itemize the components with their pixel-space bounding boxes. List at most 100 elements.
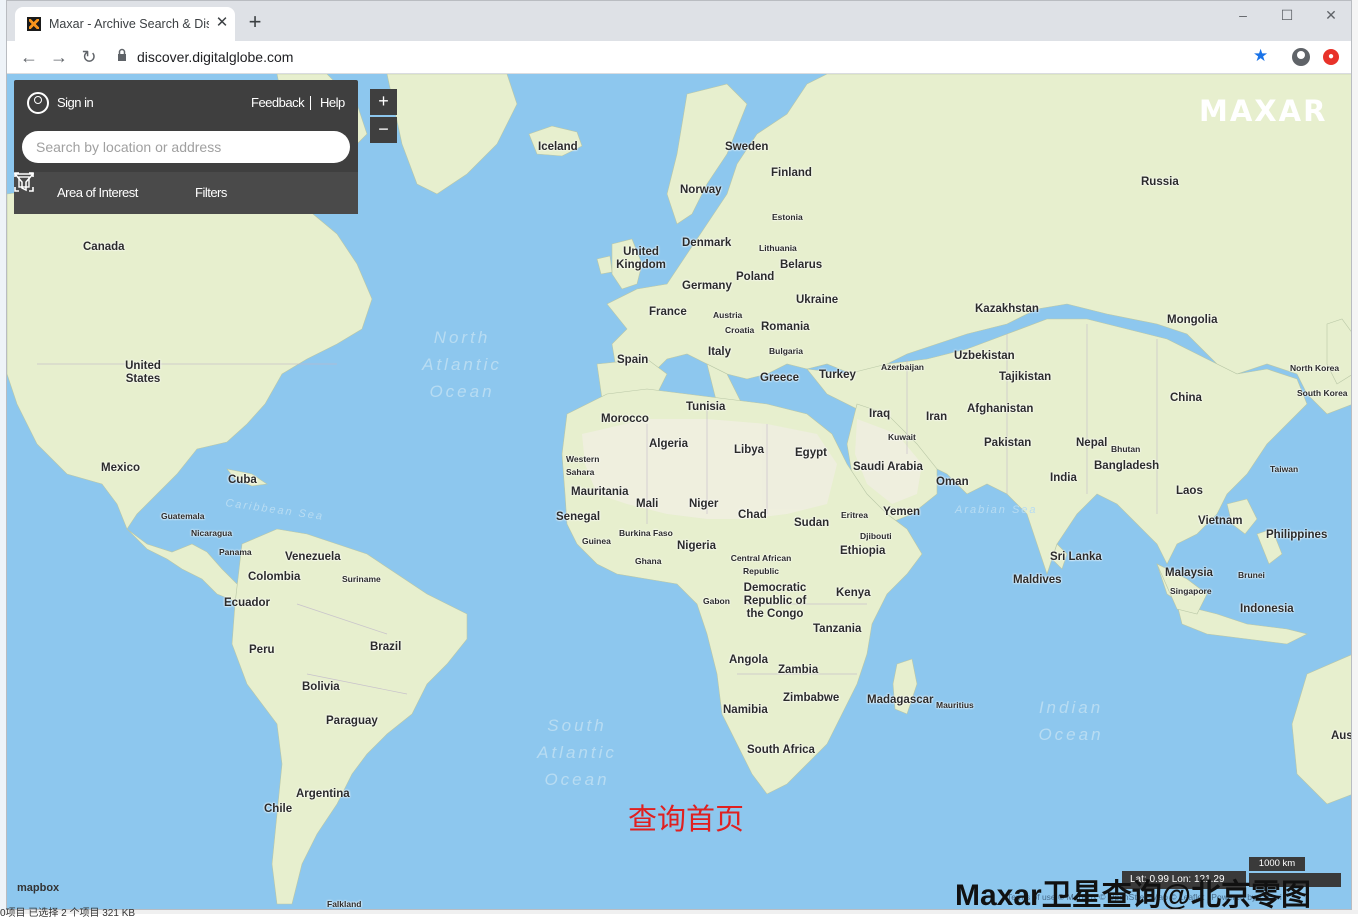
zoom-out-button[interactable]: − [370,117,397,143]
country-label: Burkina Faso [619,528,673,538]
country-label: Mongolia [1167,314,1218,326]
extension-icon[interactable]: ● [1323,49,1339,65]
country-label: Falkland [327,899,362,909]
country-label: Ethiopia [840,545,886,557]
country-label: Philippines [1266,529,1328,541]
country-label: Venezuela [285,551,341,563]
panel-actions: Area of Interest Filters [14,172,358,214]
country-label: China [1170,392,1202,404]
country-label: Belarus [780,259,823,271]
country-label: Djibouti [860,531,892,541]
mapbox-logo[interactable]: mapbox [17,882,59,894]
user-icon[interactable] [27,92,49,114]
world-map[interactable]: North Atlantic Ocean South Atlantic Ocea… [7,74,1352,909]
help-link[interactable]: Help [320,95,345,110]
country-label: Finland [771,167,812,179]
country-label: Laos [1176,485,1203,497]
country-label: Germany [682,280,732,292]
profile-avatar-icon[interactable] [1292,48,1310,66]
country-label: Afghanistan [967,403,1034,415]
filters-button[interactable]: Filters [195,185,227,200]
country-label: Iraq [869,408,891,420]
country-label: Bolivia [302,681,340,693]
maxar-logo: MAXAR [1199,94,1328,128]
country-label: South Korea [1297,388,1348,398]
country-label: Mexico [101,462,140,474]
new-tab-button[interactable]: + [243,11,267,35]
maxar-favicon-icon [27,17,41,31]
location-search-input[interactable] [22,131,350,163]
country-label: Romania [761,321,810,333]
country-label: Kenya [836,587,871,599]
filter-funnel-icon[interactable] [14,172,34,192]
lock-icon [118,48,126,61]
zoom-in-button[interactable]: + [370,89,397,115]
maximize-button[interactable]: ☐ [1265,3,1309,27]
country-label: North Korea [1290,363,1340,373]
url-text: discover.digitalglobe.com [137,49,294,65]
country-label: Greece [760,372,800,384]
country-label: Kuwait [888,432,916,442]
search-panel: Sign in Feedback Help Area of Interest F… [14,80,358,214]
desktop-background-right [1352,0,1358,914]
country-label: Nicaragua [191,528,233,538]
country-label: Spain [617,354,649,366]
forward-button[interactable]: → [47,45,71,69]
country-label: Panama [219,547,252,557]
country-label: Croatia [725,325,755,335]
country-label: Aus [1331,730,1352,742]
back-button[interactable]: ← [17,45,41,69]
country-label: Zimbabwe [783,692,840,704]
country-label: Tajikistan [999,371,1052,383]
country-label: Sri Lanka [1050,551,1102,563]
country-label: Mauritius [936,700,974,710]
country-label: Guatemala [161,511,205,521]
feedback-link[interactable]: Feedback [251,95,305,110]
country-label: Estonia [772,212,803,222]
country-label: Libya [734,444,765,456]
minimize-button[interactable]: – [1221,3,1265,27]
country-label: Suriname [342,574,381,584]
country-label: Ghana [635,556,662,566]
country-label: Chile [264,803,293,815]
area-of-interest-button[interactable]: Area of Interest [57,185,138,200]
country-label: Tunisia [686,401,726,413]
browser-tab[interactable]: Maxar - Archive Search & Discovery ✕ [15,7,235,41]
country-label: United Kingdom [616,246,666,271]
country-label: Angola [729,654,768,666]
country-label: Guinea [582,536,611,546]
country-label: Malaysia [1165,567,1213,579]
country-label: United States [125,360,161,385]
country-label: Peru [249,644,275,656]
country-label: Egypt [795,447,827,459]
close-window-button[interactable]: ✕ [1309,3,1351,27]
tab-close-icon[interactable]: ✕ [213,13,231,33]
divider [310,96,311,110]
desktop-status-text: 0项目 已选择 2 个项目 321 KB [0,908,136,919]
country-label: Eritrea [841,510,868,520]
reload-button[interactable]: ↻ [77,45,101,69]
country-label: Sweden [725,141,769,153]
address-bar[interactable]: discover.digitalglobe.com [111,44,1231,70]
country-label: Singapore [1170,586,1212,596]
country-label: Mali [636,498,659,510]
country-label: Yemen [883,506,921,518]
country-label: Taiwan [1270,464,1299,474]
country-label: Sudan [794,517,830,529]
country-label: Denmark [682,237,732,249]
bookmark-star-icon[interactable]: ★ [1253,46,1268,66]
desktop-taskbar-strip [0,910,1358,914]
country-label: Brazil [370,641,402,653]
country-label: Namibia [723,704,768,716]
country-label: Azerbaijan [881,362,924,372]
country-label: Algeria [649,438,688,450]
country-label: Indonesia [1240,603,1294,615]
country-label: Kazakhstan [975,303,1039,315]
country-label: Lithuania [759,243,797,253]
country-label: Brunei [1238,570,1265,580]
country-label: Central African Republic [730,553,792,576]
sign-in-link[interactable]: Sign in [57,95,94,110]
country-label: Canada [83,241,125,253]
caption-overlay: 查询首页 [628,804,745,836]
ocean-label-north-atlantic: North Atlantic Ocean [422,328,502,401]
